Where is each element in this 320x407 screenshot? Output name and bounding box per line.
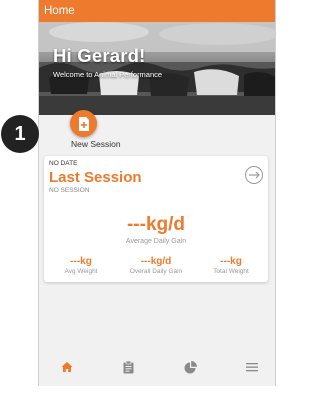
new-session-button[interactable] — [70, 110, 97, 137]
session-name: NO SESSION — [49, 187, 90, 194]
card-title: Last Session — [49, 169, 142, 186]
stat-overall-daily-gain: ---kg/d Overall Daily Gain — [119, 256, 193, 275]
stat-value: ---kg — [70, 256, 92, 267]
stat-total-weight: ---kg Total Weight — [194, 256, 268, 275]
session-date: NO DATE — [49, 160, 78, 167]
adg-label: Average Daily Gain — [125, 238, 187, 245]
new-session-label[interactable]: New Session — [71, 139, 121, 149]
hero-banner: Hi Gerard! Welcome to Animal Performance — [39, 22, 275, 115]
welcome-subtitle: Welcome to Animal Performance — [53, 70, 163, 79]
stat-label: Total Weight — [213, 268, 249, 275]
adg-value: ---kg/d — [126, 214, 186, 235]
cattle-photo — [39, 22, 275, 115]
device-bezel-bottom — [38, 386, 274, 407]
app-bar-title: Home — [44, 5, 75, 17]
tab-sessions[interactable] — [121, 360, 135, 374]
stat-label: Overall Daily Gain — [129, 268, 183, 275]
arrow-right-icon — [248, 171, 260, 179]
home-icon — [61, 362, 73, 372]
stat-label: Avg Weight — [64, 268, 98, 275]
app-bar: Home — [39, 0, 275, 22]
bottom-tab-bar — [39, 346, 275, 386]
tab-reports[interactable] — [183, 360, 197, 374]
tab-menu[interactable] — [245, 360, 259, 374]
last-session-card[interactable]: NO DATE Last Session NO SESSION ---kg/d … — [44, 156, 268, 282]
clipboard-icon — [123, 360, 133, 373]
add-document-icon — [78, 116, 89, 131]
greeting-title: Hi Gerard! — [53, 45, 146, 66]
stat-value: ---kg/d — [140, 256, 172, 267]
tab-home[interactable] — [60, 360, 74, 374]
open-session-button[interactable] — [245, 166, 263, 184]
stat-avg-weight: ---kg Avg Weight — [44, 256, 118, 275]
step-number-badge: 1 — [1, 115, 39, 153]
menu-icon — [246, 363, 258, 372]
phone-screen: Home Hi Gerard! Welcome to Animal Perfor… — [38, 0, 276, 386]
pie-chart-icon — [184, 360, 197, 373]
stat-value: ---kg — [220, 256, 242, 267]
